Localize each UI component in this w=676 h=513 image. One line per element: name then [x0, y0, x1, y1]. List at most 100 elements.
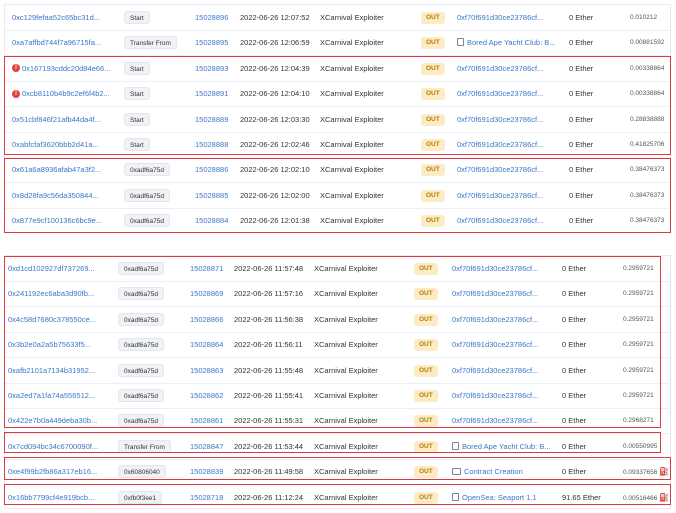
txn-hash-link[interactable]: 0x7cd094bc34c6700090f... [8, 434, 108, 459]
block-link[interactable]: 15028718 [190, 485, 223, 510]
txn-hash-link[interactable]: 0x3b2e0a2a5b75633f5... [8, 332, 108, 357]
to-address-link[interactable]: Contract Creation [452, 459, 557, 484]
txn-hash-link[interactable]: 0x241192ec6aba3d90fb... [8, 281, 108, 306]
txn-hash-link[interactable]: 0x61a6a8936afab47a3f2... [12, 157, 112, 182]
to-address-link[interactable]: 0xf70f691d30ce23786cf... [452, 408, 557, 433]
to-address-link[interactable]: Bored Ape Yacht Club: B... [457, 30, 562, 55]
txn-fee: 0.09337656 ⛽ [623, 459, 669, 484]
from-address[interactable]: XCarnival Exploiter [314, 256, 378, 281]
value-text: 0 Ether [562, 467, 587, 477]
age-text: 2022-06-26 12:04:39 [240, 63, 310, 73]
to-address-link[interactable]: 0xf70f691d30ce23786cf... [452, 383, 557, 408]
txn-fee-text: 0.00881592 [630, 39, 665, 47]
value-text: 0 Ether [569, 165, 594, 175]
block-link[interactable]: 15028888 [195, 132, 228, 157]
block-link[interactable]: 15028863 [190, 358, 223, 383]
block-link[interactable]: 15028889 [195, 107, 228, 132]
out-badge: OUT [414, 313, 438, 326]
method-badge: 0xadf6a75d [118, 262, 164, 275]
method-badge: Transfer From [124, 36, 177, 50]
block-link[interactable]: 15028862 [190, 383, 223, 408]
from-address[interactable]: XCarnival Exploiter [320, 81, 384, 106]
table-row: 0xafb2101a7134b31952... 0xadf6a75d 1502886… [5, 358, 670, 384]
block-link[interactable]: 15028884 [195, 208, 228, 233]
block-link[interactable]: 15028891 [195, 81, 228, 106]
from-address[interactable]: XCarnival Exploiter [320, 157, 384, 182]
block-link[interactable]: 15028864 [190, 332, 223, 357]
value-text: 0 Ether [562, 264, 587, 273]
from-address[interactable]: XCarnival Exploiter [320, 30, 384, 55]
to-address-link[interactable]: 0xf70f691d30ce23786cf... [457, 56, 562, 81]
from-address[interactable]: XCarnival Exploiter [314, 485, 378, 510]
from-address[interactable]: XCarnival Exploiter [314, 358, 378, 383]
txn-hash-link[interactable]: 0xd1cd102927df737269... [8, 256, 108, 281]
block-link[interactable]: 15028886 [195, 157, 228, 182]
to-address-link[interactable]: OpenSea: Seaport 1.1 [452, 485, 557, 510]
to-address-link[interactable]: 0xf70f691d30ce23786cf... [457, 81, 562, 106]
block-link[interactable]: 15028871 [190, 256, 223, 281]
from-address[interactable]: XCarnival Exploiter [314, 383, 378, 408]
txn-hash-link[interactable]: 0x4c58d7680c378550ce... [8, 307, 108, 332]
value-text: 0 Ether [569, 13, 594, 22]
from-address[interactable]: XCarnival Exploiter [314, 459, 378, 484]
from-address[interactable]: XCarnival Exploiter [314, 307, 378, 332]
block-link[interactable]: 15028885 [195, 183, 228, 208]
block-link[interactable]: 15028896 [195, 5, 228, 30]
table-row: 0xabfcfaf3620bbb2d41a... Start 15028888 202… [5, 132, 670, 158]
to-address-text: 0xf70f691d30ce23786cf... [457, 165, 544, 175]
txn-hash-link[interactable]: 0xafb2101a7134b31952... [8, 358, 108, 383]
age-text: 2022-06-26 11:57:48 [234, 264, 304, 273]
block-link[interactable]: 15028893 [195, 56, 228, 81]
to-address-link[interactable]: 0xf70f691d30ce23786cf... [452, 281, 557, 306]
txn-hash-link[interactable]: ! 0xcb8110b4b9c2ef6f4b2... [12, 81, 122, 106]
txn-hash-link[interactable]: 0xa7affbd744f7a96715fa... [12, 30, 112, 55]
out-badge: OUT [421, 37, 445, 50]
from-address[interactable]: XCarnival Exploiter [320, 132, 384, 157]
transactions-panel-top: 0xc129fefaa52c65bc31d... Start 15028896 202… [4, 4, 671, 233]
txn-fee: 0.00338864 [630, 56, 664, 81]
age-text: 2022-06-26 12:04:10 [240, 89, 310, 99]
from-address[interactable]: XCarnival Exploiter [320, 107, 384, 132]
from-address[interactable]: XCarnival Exploiter [320, 56, 384, 81]
block-link[interactable]: 15028839 [190, 459, 223, 484]
to-address-link[interactable]: 0xf70f691d30ce23786cf... [457, 107, 562, 132]
to-address-link[interactable]: 0xf70f691d30ce23786cf... [457, 5, 562, 30]
block-link[interactable]: 15028861 [190, 408, 223, 433]
to-address-link[interactable]: 0xf70f691d30ce23786cf... [457, 157, 562, 182]
txn-hash-link[interactable]: 0xabfcfaf3620bbb2d41a... [12, 132, 112, 157]
table-row: 0x3b2e0a2a5b75633f5... 0xadf6a75d 15028864… [5, 332, 670, 359]
from-address[interactable]: XCarnival Exploiter [320, 5, 384, 30]
to-address-link[interactable]: 0xf70f691d30ce23786cf... [457, 132, 562, 157]
txn-hash-link[interactable]: ! 0x167193cddc20d84e66... [12, 56, 122, 81]
txn-hash-link[interactable]: 0x16bb7799cf4e919bcb... [8, 485, 108, 510]
txn-hash-link[interactable]: 0x422e7b0a449deba30b... [8, 408, 108, 433]
to-address-link[interactable]: 0xf70f691d30ce23786cf... [452, 256, 557, 281]
to-address-link[interactable]: 0xf70f691d30ce23786cf... [452, 358, 557, 383]
from-address[interactable]: XCarnival Exploiter [314, 434, 378, 459]
out-badge: OUT [414, 364, 438, 377]
table-row: 0xa7affbd744f7a96715fa... Transfer From 15… [5, 30, 670, 57]
block-link[interactable]: 15028866 [190, 307, 223, 332]
block-link[interactable]: 15028847 [190, 434, 223, 459]
block-link[interactable]: 15028895 [195, 30, 228, 55]
txn-hash-link[interactable]: 0x51cbf846f21afb44da4f... [12, 107, 112, 132]
age-text: 2022-06-26 11:56:11 [234, 340, 303, 350]
from-address[interactable]: XCarnival Exploiter [320, 208, 384, 233]
from-address[interactable]: XCarnival Exploiter [314, 408, 378, 433]
txn-fee-text: 0.00550995 [623, 442, 658, 450]
from-address[interactable]: XCarnival Exploiter [314, 332, 378, 357]
from-address[interactable]: XCarnival Exploiter [314, 281, 378, 306]
to-address-link[interactable]: 0xf70f691d30ce23786cf... [452, 332, 557, 357]
txn-hash-link[interactable]: 0x877e9cf100136c6bc9e... [12, 208, 112, 233]
txn-hash-link[interactable]: 0xa2ed7a1fa74a556512... [8, 383, 108, 408]
to-address-link[interactable]: 0xf70f691d30ce23786cf... [452, 307, 557, 332]
txn-hash-link[interactable]: 0xe4f99b2fb86a317eb16... [8, 459, 108, 484]
txn-hash-link[interactable]: 0x8d28fa9c56da350844... [12, 183, 112, 208]
txn-hash-link[interactable]: 0xc129fefaa52c65bc31d... [12, 5, 112, 30]
from-address[interactable]: XCarnival Exploiter [320, 183, 384, 208]
value-text: 0 Ether [569, 140, 594, 149]
to-address-link[interactable]: Bored Ape Yacht Club: B... [452, 434, 557, 459]
to-address-link[interactable]: 0xf70f691d30ce23786cf... [457, 183, 562, 208]
block-link[interactable]: 15028869 [190, 281, 223, 306]
to-address-link[interactable]: 0xf70f691d30ce23786cf... [457, 208, 562, 233]
